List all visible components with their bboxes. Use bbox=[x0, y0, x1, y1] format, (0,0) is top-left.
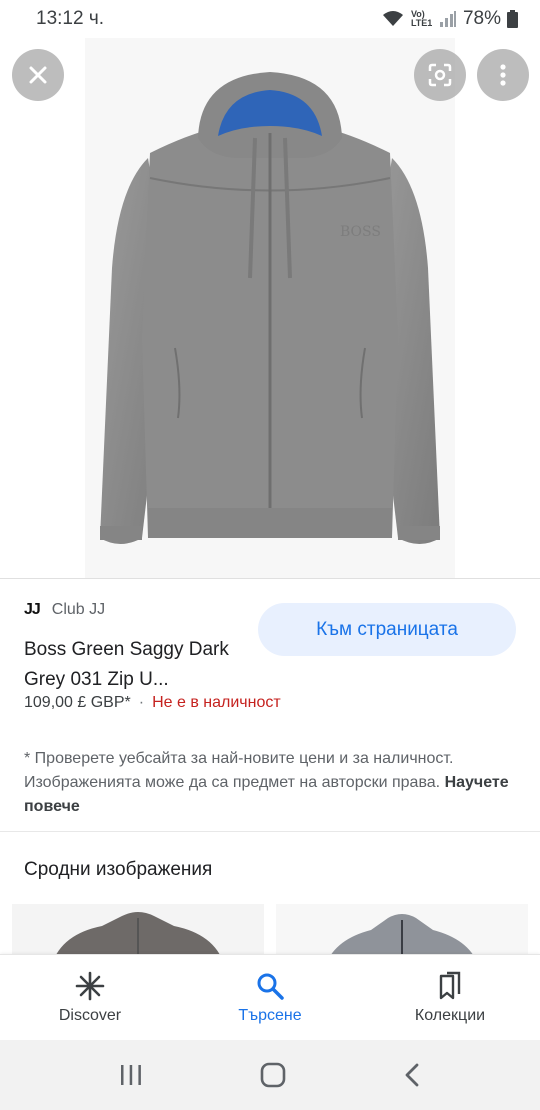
price-separator: · bbox=[138, 694, 145, 711]
product-image-viewer[interactable]: BOSS bbox=[0, 38, 540, 578]
nav-search-label: Търсене bbox=[238, 1006, 302, 1024]
more-vert-icon bbox=[500, 64, 506, 86]
price-row: 109,00 £ GBP* · Не е в наличност bbox=[24, 694, 281, 712]
product-price: 109,00 £ GBP* bbox=[24, 694, 131, 711]
source-name: Club JJ bbox=[51, 601, 106, 618]
boss-logo-text: BOSS bbox=[340, 224, 381, 240]
disclaimer-text: * Проверете уебсайта за най-новите цени … bbox=[24, 750, 454, 791]
result-info-panel: JJ Club JJ Към страницата Boss Green Sag… bbox=[0, 578, 540, 964]
close-button[interactable] bbox=[12, 49, 64, 101]
related-images-title: Сродни изображения bbox=[24, 859, 213, 880]
nav-discover[interactable]: Discover bbox=[0, 955, 180, 1040]
search-icon bbox=[257, 973, 284, 1000]
recents-icon[interactable] bbox=[118, 1063, 144, 1087]
nav-discover-label: Discover bbox=[58, 1006, 122, 1024]
home-icon[interactable] bbox=[259, 1061, 287, 1089]
more-options-button[interactable] bbox=[477, 49, 529, 101]
close-icon bbox=[29, 66, 47, 84]
nav-collections[interactable]: Колекции bbox=[360, 955, 540, 1040]
source-logo: JJ bbox=[24, 601, 41, 618]
asterisk-icon bbox=[75, 971, 105, 1000]
signal-icon bbox=[439, 11, 456, 27]
bottom-navigation: Discover Търсене Колекции bbox=[0, 954, 540, 1040]
network-label: Vo) LTE1 bbox=[410, 9, 433, 28]
disclaimer: * Проверете уебсайта за най-новите цени … bbox=[24, 747, 514, 819]
section-divider bbox=[0, 831, 540, 832]
hoodie-image: BOSS bbox=[85, 38, 455, 578]
battery-icon bbox=[507, 10, 518, 28]
wifi-icon bbox=[382, 11, 403, 26]
product-title[interactable]: Boss Green Saggy Dark Grey 031 Zip U... bbox=[24, 635, 254, 695]
collections-icon bbox=[439, 971, 461, 999]
back-icon[interactable] bbox=[402, 1062, 422, 1088]
status-bar: 13:12 ч. Vo) LTE1 78% bbox=[0, 0, 540, 38]
status-time: 13:12 ч. bbox=[36, 8, 105, 29]
status-icons: Vo) LTE1 78% bbox=[381, 8, 518, 30]
visit-page-button[interactable]: Към страницата bbox=[258, 603, 516, 656]
lens-button[interactable] bbox=[414, 49, 466, 101]
battery-percent: 78% bbox=[462, 8, 501, 29]
system-navigation-bar bbox=[0, 1040, 540, 1110]
google-lens-icon bbox=[428, 63, 452, 87]
nav-collections-label: Колекции bbox=[414, 1006, 486, 1024]
nav-search[interactable]: Търсене bbox=[180, 955, 360, 1040]
stock-status: Не е в наличност bbox=[152, 694, 281, 711]
source-row[interactable]: JJ Club JJ bbox=[24, 601, 105, 619]
